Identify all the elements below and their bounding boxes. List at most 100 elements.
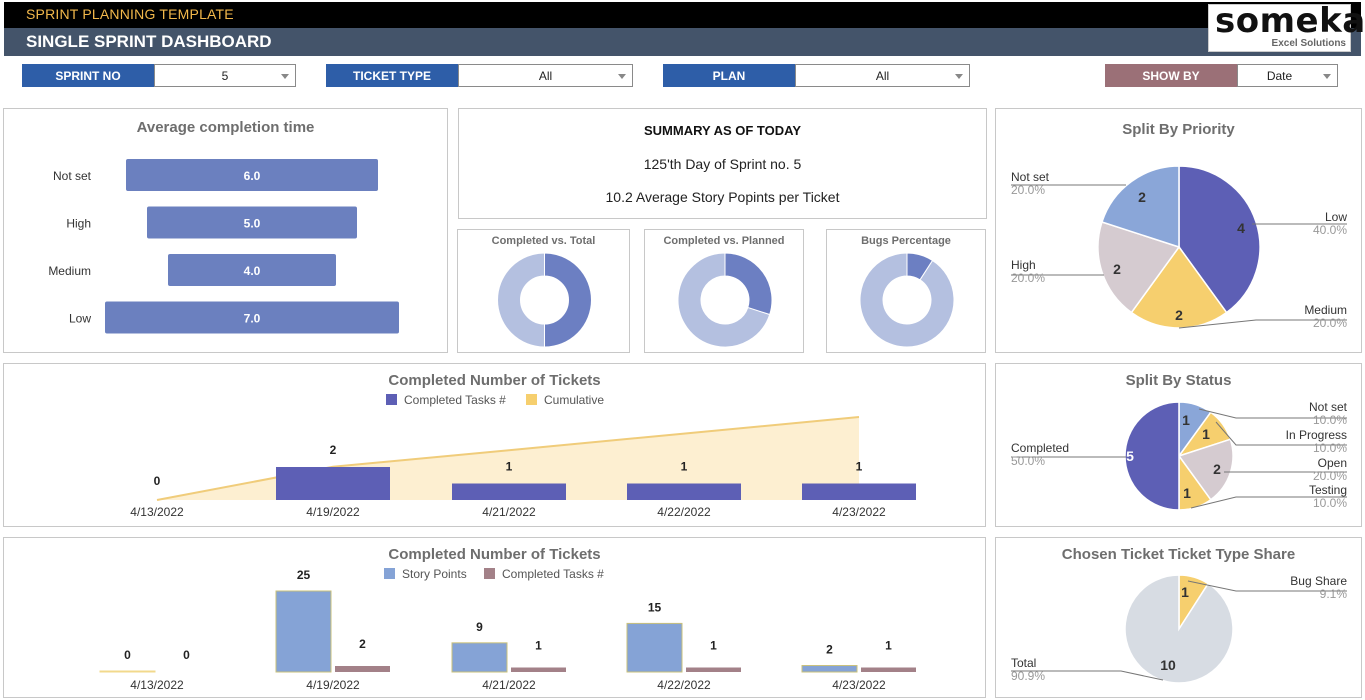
legend-label: Completed Tasks # [404, 393, 506, 407]
slice-label: Not set [1309, 400, 1348, 414]
x-tick-label: 4/21/2022 [482, 678, 536, 692]
show-by-dropdown[interactable]: Date [1237, 64, 1338, 87]
slice-value: 2 [1175, 307, 1183, 323]
filter-label: SHOW BY [1105, 64, 1237, 87]
x-tick-label: 4/21/2022 [482, 505, 536, 519]
completed-tickets-story-points-chart: Story Points Completed Tasks # 0 0 4/13/2022… [99, 567, 916, 692]
legend-swatch-completed [386, 394, 397, 405]
legend-swatch-story-points [384, 568, 395, 579]
category-label: Not set [53, 169, 92, 183]
x-tick-label: 4/22/2022 [657, 505, 711, 519]
data-label: 25 [297, 568, 311, 582]
data-label: 4.0 [244, 264, 261, 278]
slice-percent: 40.0% [1313, 223, 1347, 237]
data-label: 1 [681, 460, 688, 474]
filter-label: SPRINT NO [22, 64, 154, 87]
chevron-down-icon[interactable] [281, 74, 289, 79]
data-label: 0 [154, 474, 161, 488]
slice-percent: 20.0% [1313, 469, 1347, 483]
summary-sprint-day: 125'th Day of Sprint no. 5 [643, 156, 802, 172]
slice-percent: 9.1% [1320, 587, 1348, 601]
avg-completion-panel: Average completion time Not set 6.0 High 5.… [3, 108, 448, 353]
summary-avg-story-points: 10.2 Average Story Popints per Ticket [605, 189, 840, 205]
x-tick-label: 4/13/2022 [130, 505, 184, 519]
filter-label: TICKET TYPE [326, 64, 458, 87]
completed-tickets-story-points-panel: Completed Number of Tickets Story Points… [3, 537, 986, 698]
x-tick-label: 4/19/2022 [306, 678, 360, 692]
completed-tickets-cumulative-chart: Completed Tasks # Cumulative 0 4/13/2022 2 4/… [130, 393, 916, 519]
sprint-no-dropdown[interactable]: 5 [154, 64, 296, 87]
chevron-down-icon[interactable] [618, 74, 626, 79]
story-points-bar [801, 665, 858, 673]
x-tick-label: 4/23/2022 [832, 678, 886, 692]
donut-slice-completed [544, 252, 592, 348]
x-tick-label: 4/22/2022 [657, 678, 711, 692]
x-tick-label: 4/23/2022 [832, 505, 886, 519]
ticket-type-share-panel: Chosen Ticket Ticket Type Share 1 10 Bug S… [995, 537, 1362, 698]
slice-value: 2 [1113, 261, 1121, 277]
slice-percent: 10.0% [1313, 441, 1347, 455]
dropdown-value: Date [1266, 68, 1293, 83]
story-points-bar [275, 590, 332, 673]
data-label: 15 [648, 600, 662, 614]
x-tick-label: 4/13/2022 [130, 678, 184, 692]
story-points-bar [451, 642, 508, 673]
data-label: 7.0 [244, 312, 261, 326]
data-label: 2 [826, 643, 833, 657]
split-by-status-panel: Split By Status 1 1 2 1 5 Not set 10.0% In Prog… [995, 363, 1362, 527]
slice-label: Medium [1304, 303, 1347, 317]
slice-label: Completed [1011, 441, 1069, 455]
dropdown-value: All [538, 68, 553, 83]
slice-value: 2 [1138, 189, 1146, 205]
data-label: 2 [330, 443, 337, 457]
completed-tasks-bar [511, 667, 566, 672]
slice-percent: 10.0% [1313, 496, 1347, 510]
legend-label: Cumulative [544, 393, 604, 407]
slice-label: In Progress [1286, 428, 1347, 442]
slice-value: 2 [1213, 461, 1221, 477]
completed-vs-planned-panel: Completed vs. Planned [644, 229, 804, 353]
completed-vs-total-panel: Completed vs. Total [457, 229, 630, 353]
slice-label: Not set [1011, 170, 1050, 184]
ticket-type-dropdown[interactable]: All [458, 64, 633, 87]
data-label: 1 [506, 460, 513, 474]
summary-title: SUMMARY AS OF TODAY [644, 123, 801, 138]
data-label: 1 [710, 639, 717, 653]
story-points-bar [626, 622, 683, 673]
dropdown-value: All [875, 68, 890, 83]
legend-swatch-completed-tasks [484, 568, 495, 579]
story-points-bar [99, 670, 156, 673]
split-by-priority-panel: Split By Priority 4 2 2 2 Low 40.0% Medium 20.0… [995, 108, 1362, 353]
plan-dropdown[interactable]: All [795, 64, 970, 87]
slice-value: 1 [1202, 426, 1210, 442]
data-label: 9 [476, 620, 483, 634]
legend-label: Completed Tasks # [502, 567, 604, 581]
data-label: 0 [124, 648, 131, 662]
completed-tasks-bar [335, 666, 390, 672]
ticket-type-share-pie: 1 10 Bug Share9.1% Total90.9% [1011, 574, 1348, 684]
slice-label: Testing [1309, 483, 1347, 497]
logo-brand: someka [1215, 1, 1365, 41]
chevron-down-icon[interactable] [1323, 74, 1331, 79]
category-label: High [66, 217, 91, 231]
completed-tasks-bar [861, 667, 916, 672]
legend-swatch-cumulative [526, 394, 537, 405]
slice-value: 4 [1237, 220, 1245, 236]
split-by-priority-pie: 4222Low40.0%Medium20.0%High20.0%Not set2… [1011, 165, 1347, 330]
slice-percent: 90.9% [1011, 669, 1045, 683]
someka-logo[interactable]: someka Excel Solutions [1208, 1, 1365, 52]
chevron-down-icon[interactable] [955, 74, 963, 79]
donut-slice-remaining [496, 252, 545, 348]
split-by-status-pie: 11215Not set10.0%In Progress10.0%Open20.… [1011, 400, 1348, 511]
slice-value: 5 [1126, 448, 1134, 464]
bugs-percentage-donut [859, 252, 955, 348]
data-label: 5.0 [244, 217, 261, 231]
slice-percent: 10.0% [1313, 413, 1347, 427]
filter-ticket-type: TICKET TYPE All [326, 64, 633, 87]
filter-plan: PLAN All [663, 64, 970, 87]
summary-panel: SUMMARY AS OF TODAY 125'th Day of Sprint… [458, 108, 987, 219]
app-title-bar: SPRINT PLANNING TEMPLATE [4, 2, 1361, 28]
completed-vs-planned-donut [677, 252, 773, 348]
slice-percent: 20.0% [1313, 316, 1347, 330]
legend-label: Story Points [402, 567, 467, 581]
